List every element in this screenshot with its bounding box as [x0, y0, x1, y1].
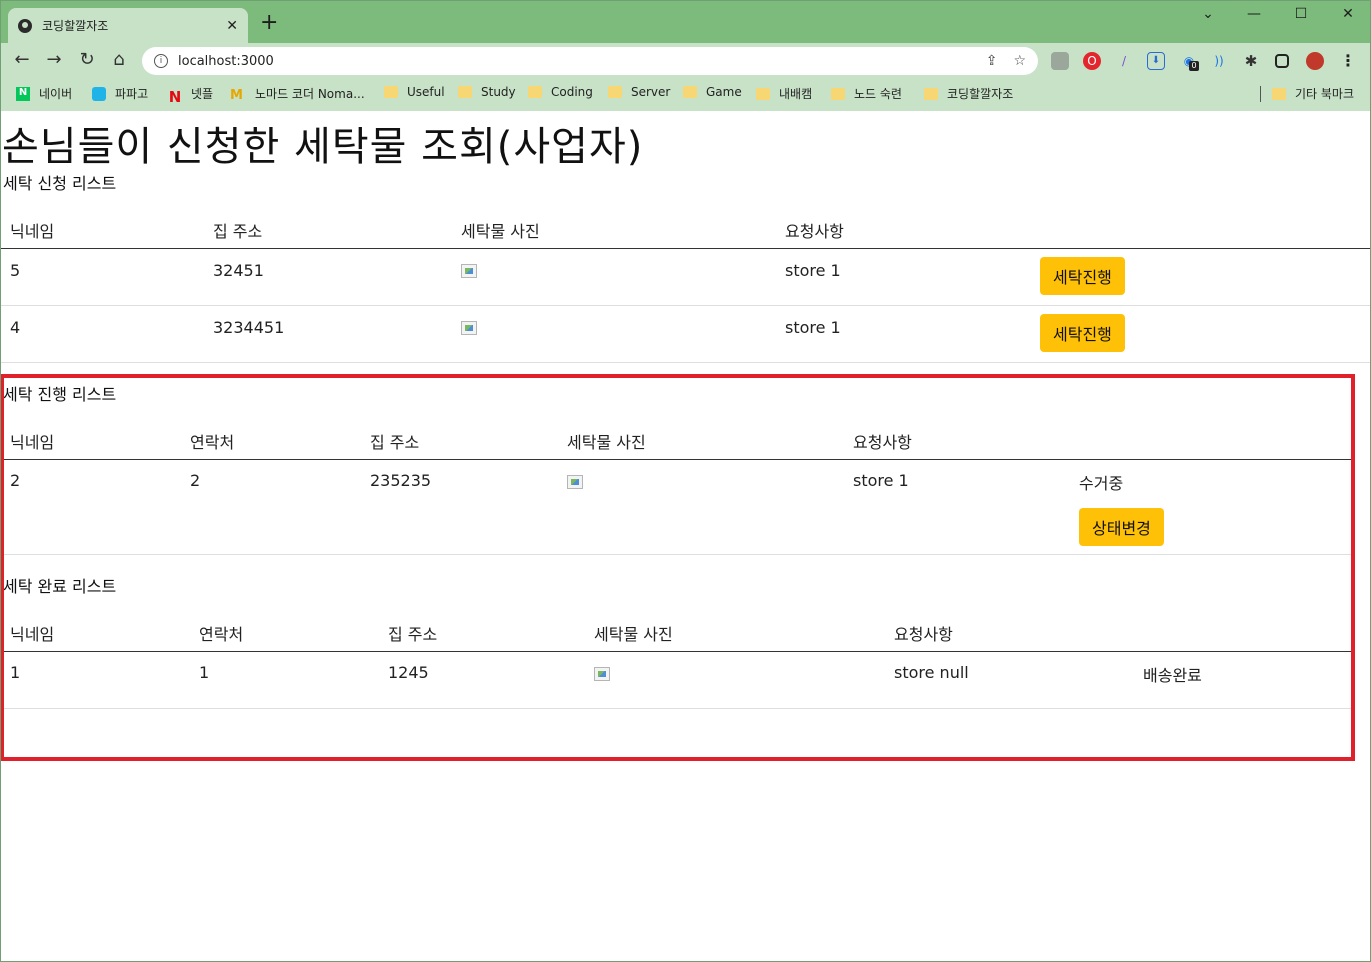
opera-icon[interactable]: O: [1083, 52, 1101, 70]
folder-icon: [756, 87, 770, 100]
highlight-box: [0, 374, 1355, 761]
browser-toolbar: ← → ↻ ⌂ i localhost:3000 ⇪ ☆ O / ⬇ ◉0 ))…: [0, 43, 1371, 79]
reload-icon[interactable]: ↻: [75, 50, 99, 70]
site-info-icon[interactable]: i: [154, 54, 168, 68]
cast-icon[interactable]: )): [1210, 52, 1228, 70]
tab-search-icon[interactable]: ⌄: [1185, 6, 1231, 22]
profile-avatar[interactable]: [1306, 52, 1324, 70]
request-header-nickname: 닉네임: [10, 222, 55, 241]
folder-icon: [1272, 87, 1286, 100]
bookmarks-separator: [1260, 86, 1261, 102]
new-tab-icon[interactable]: +: [260, 12, 278, 34]
close-tab-icon[interactable]: ✕: [226, 18, 238, 34]
laundry-photo: [461, 264, 477, 278]
extension-icon[interactable]: [1051, 52, 1069, 70]
download-icon[interactable]: ⬇: [1147, 52, 1165, 70]
request-header-address: 집 주소: [213, 222, 263, 241]
tab-title: 코딩할깔자조: [42, 19, 109, 33]
bookmark-folder-study[interactable]: Study: [458, 85, 516, 99]
request-row-nickname: 4: [10, 318, 21, 337]
maximize-icon[interactable]: ☐: [1278, 6, 1324, 22]
home-icon[interactable]: ⌂: [107, 50, 131, 70]
start-laundry-button[interactable]: 세탁진행: [1040, 257, 1125, 295]
nomad-coder-icon: M: [230, 87, 243, 103]
url-text[interactable]: localhost:3000: [178, 54, 970, 69]
folder-icon: [458, 86, 472, 98]
minimize-icon[interactable]: —: [1231, 6, 1277, 22]
request-header-divider: [0, 248, 1371, 249]
bookmark-folder-other[interactable]: 기타 북마크: [1272, 85, 1354, 102]
folder-icon: [683, 86, 697, 98]
bookmark-folder-node[interactable]: 노드 숙련: [831, 85, 902, 102]
page-title: 손님들이 신청한 세탁물 조회(사업자): [2, 124, 644, 170]
bookmark-papago[interactable]: 파파고: [92, 85, 148, 102]
puzzle-icon[interactable]: ✱: [1242, 52, 1260, 70]
browser-titlebar: 코딩할깔자조 ✕ + ⌄ — ☐ ✕: [0, 0, 1371, 43]
bookmark-naver[interactable]: N 네이버: [16, 85, 72, 102]
naver-icon: N: [16, 86, 30, 101]
bookmark-star-icon[interactable]: ☆: [1013, 53, 1026, 69]
request-row-address: 32451: [213, 261, 264, 280]
bookmark-nomad[interactable]: M 노마드 코더 Noma...: [230, 85, 365, 103]
forward-icon[interactable]: →: [42, 50, 66, 70]
bookmark-folder-naebaecamp[interactable]: 내배캠: [756, 85, 812, 102]
bookmark-folder-game[interactable]: Game: [683, 85, 742, 99]
row-divider: [0, 305, 1371, 306]
extension-badge-count: 0: [1189, 61, 1199, 71]
globe-icon: [18, 18, 32, 33]
menu-icon[interactable]: ⋮: [1339, 52, 1357, 70]
folder-icon: [924, 87, 938, 100]
folder-icon: [608, 86, 622, 98]
back-icon[interactable]: ←: [10, 50, 34, 70]
extension-badge-icon[interactable]: ◉0: [1180, 52, 1199, 71]
folder-icon: [384, 86, 398, 98]
request-header-request: 요청사항: [785, 222, 844, 241]
bookmark-folder-coding[interactable]: Coding: [528, 85, 593, 99]
request-header-photo: 세탁물 사진: [461, 222, 540, 241]
bookmark-folder-coding-team[interactable]: 코딩할깔자조: [924, 85, 1013, 102]
address-bar[interactable]: i localhost:3000 ⇪ ☆: [142, 47, 1038, 75]
laundry-photo: [461, 321, 477, 335]
bookmark-folder-useful[interactable]: Useful: [384, 85, 445, 99]
bookmarks-bar: N 네이버 파파고 N 넷플 M 노마드 코더 Noma... Useful Stud…: [0, 79, 1371, 111]
bookmark-netflix[interactable]: N 넷플: [168, 85, 213, 106]
folder-icon: [831, 87, 845, 100]
share-icon[interactable]: ⇪: [986, 53, 998, 69]
start-laundry-button[interactable]: 세탁진행: [1040, 314, 1125, 352]
request-row-request: store 1: [785, 318, 841, 337]
pen-icon[interactable]: /: [1115, 52, 1133, 70]
side-panel-icon[interactable]: [1275, 54, 1289, 68]
window-close-icon[interactable]: ✕: [1325, 6, 1371, 22]
folder-icon: [528, 86, 542, 98]
request-row-address: 3234451: [213, 318, 285, 337]
request-list-title: 세탁 신청 리스트: [3, 174, 117, 193]
browser-tab[interactable]: 코딩할깔자조 ✕: [8, 8, 248, 43]
request-row-nickname: 5: [10, 261, 21, 280]
papago-icon: [92, 86, 106, 101]
row-divider: [0, 362, 1371, 363]
netflix-icon: N: [168, 87, 182, 106]
bookmark-folder-server[interactable]: Server: [608, 85, 670, 99]
request-row-request: store 1: [785, 261, 841, 280]
